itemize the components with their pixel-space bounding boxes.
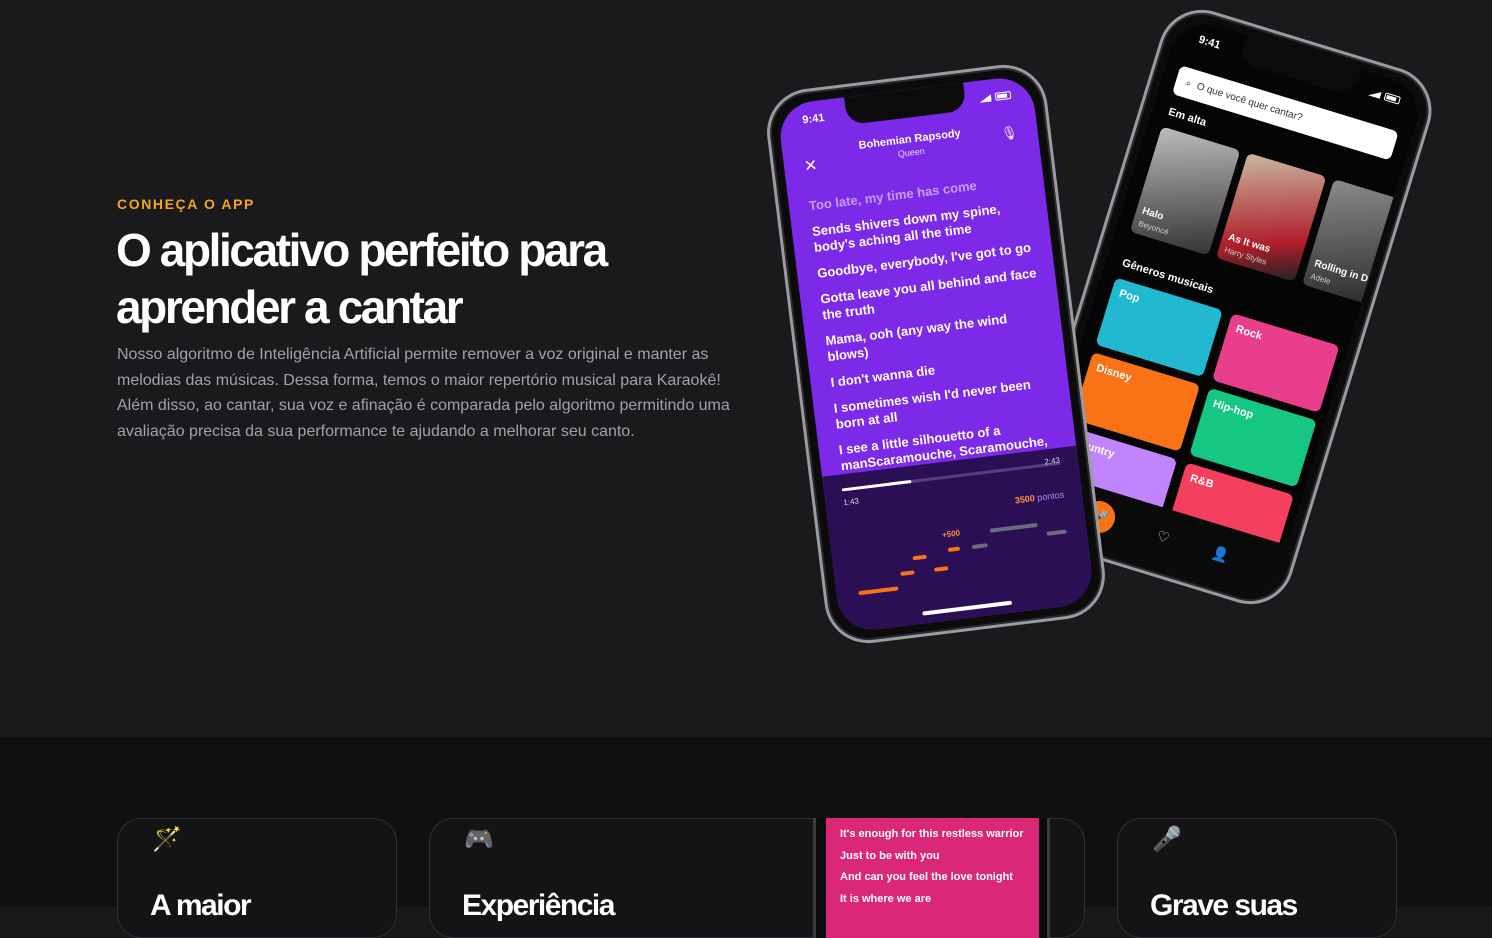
pitch-note xyxy=(934,566,949,572)
karaoke-phone-mockup: 9:41 ✕ Bohemian Rapsody Queen 🎙 Too late… xyxy=(762,59,1110,649)
lyric-line: It is where we are xyxy=(840,892,932,905)
genre-label: Disney xyxy=(1094,362,1133,385)
trending-heading: Em alta xyxy=(1166,105,1208,129)
time-elapsed: 1:43 xyxy=(842,496,860,508)
search-icon: ⌕ xyxy=(1184,77,1193,90)
lyric-line: Just to be with you xyxy=(840,849,940,862)
gamepad-icon: 🎮 xyxy=(464,826,494,853)
feature-title: A maior xyxy=(150,889,252,922)
search-placeholder: O que você quer cantar? xyxy=(1195,80,1304,124)
pitch-note xyxy=(900,570,915,576)
trending-artist: Adele xyxy=(1309,271,1332,287)
trending-artist: Beyoncé xyxy=(1137,219,1170,237)
genre-label: Rock xyxy=(1234,323,1264,343)
mic-off-icon[interactable]: 🎙 xyxy=(1000,124,1018,142)
pitch-note xyxy=(858,586,899,596)
pitch-note xyxy=(912,554,927,561)
user-icon[interactable]: 👤 xyxy=(1210,543,1231,564)
bonus-label: +500 xyxy=(941,528,961,540)
microphone-icon: 🎤 xyxy=(1152,826,1182,853)
hero-title: O aplicativo perfeito para aprender a ca… xyxy=(116,224,608,333)
section-eyebrow: CONHEÇA O APP xyxy=(117,196,255,212)
score-unit: pontos xyxy=(1036,489,1065,503)
trending-title: Rolling in Deep xyxy=(1312,258,1386,291)
score-display: 3500 pontos xyxy=(1014,489,1064,505)
lyric-line: It's enough for this restless warrior xyxy=(840,828,1024,840)
lyrics-panel: Too late, my time has come Sends shivers… xyxy=(808,171,1063,484)
home-indicator xyxy=(922,600,1013,616)
karaoke-screen: 9:41 ✕ Bohemian Rapsody Queen 🎙 Too late… xyxy=(776,74,1096,634)
signal-icon xyxy=(1368,88,1382,99)
magic-wand-icon: 🪄 xyxy=(152,826,182,853)
pink-lyrics-screen: It's enough for this restless warrior Ju… xyxy=(826,818,1039,938)
lyrics-phone-mockup: It's enough for this restless warrior Ju… xyxy=(813,818,1050,938)
heart-icon[interactable]: ♡ xyxy=(1155,527,1172,547)
battery-icon xyxy=(994,90,1012,101)
pitch-player: 1:43 2:43 3500 pontos +500 xyxy=(822,445,1096,634)
pitch-note-upcoming xyxy=(971,543,988,550)
status-time: 9:41 xyxy=(1197,33,1222,52)
genre-label: Hip-hop xyxy=(1211,397,1255,422)
pitch-note-upcoming xyxy=(1046,529,1067,536)
genre-label: R&B xyxy=(1188,472,1215,491)
time-total: 2:43 xyxy=(1043,455,1061,467)
genre-label: Pop xyxy=(1117,287,1141,306)
lyric-line: And can you feel the love tonight xyxy=(840,871,1013,883)
battery-icon xyxy=(1383,92,1402,105)
signal-icon xyxy=(978,93,992,103)
progress-fill xyxy=(841,479,912,492)
feature-card-repertoire: 🪄 A maior xyxy=(117,818,397,938)
hero-description: Nosso algoritmo de Inteligência Artifici… xyxy=(117,346,730,440)
score-value: 3500 xyxy=(1014,493,1036,506)
feature-title: Grave suas xyxy=(1150,889,1298,922)
pitch-note xyxy=(947,546,961,552)
hero-section: CONHEÇA O APP O aplicativo perfeito para… xyxy=(0,0,1492,737)
feature-title: Experiência xyxy=(462,889,615,922)
status-time: 9:41 xyxy=(801,111,826,127)
feature-card-record: 🎤 Grave suas xyxy=(1117,818,1397,938)
pitch-note-upcoming xyxy=(989,522,1038,533)
